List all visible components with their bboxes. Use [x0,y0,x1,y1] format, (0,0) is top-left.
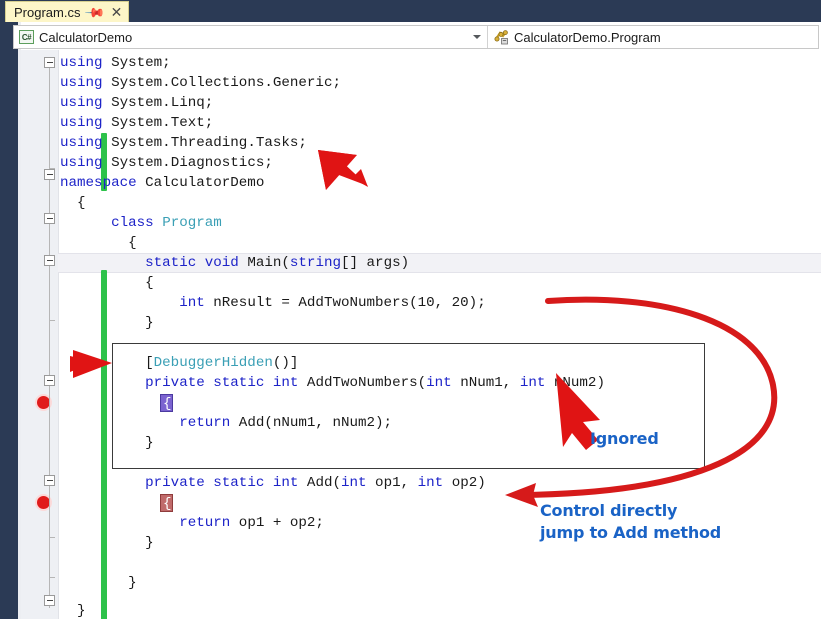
code-line: { [60,235,137,251]
pin-icon[interactable]: 📌 [85,1,107,23]
code-line: return op1 + op2; [179,515,324,531]
code-line: { [60,195,86,211]
code-text-area[interactable]: using System; using System.Collections.G… [60,50,820,619]
csharp-project-icon: C# [19,30,34,44]
code-navigation-bar: C# CalculatorDemo CalculatorDemo.Program [13,25,819,49]
member-dropdown-value: CalculatorDemo.Program [514,29,661,45]
outline-toggle-add[interactable] [44,475,55,486]
code-line: } [60,435,154,451]
code-line: int nResult = AddTwoNumbers(10, 20); [179,295,486,311]
code-line: return Add(nNum1, nNum2); [179,415,393,431]
document-tab-program-cs[interactable]: Program.cs 📌 ✕ [5,1,130,23]
document-tab-strip: Program.cs 📌 ✕ [0,0,821,23]
code-line: } [60,535,154,551]
member-dropdown[interactable]: CalculatorDemo.Program [488,26,818,48]
close-icon[interactable]: ✕ [111,5,123,19]
code-line: static void Main(string[] args) [145,255,410,271]
outline-toggle-using-block[interactable] [44,57,55,68]
code-line: namespace CalculatorDemo [60,175,265,191]
code-line: { [60,275,154,291]
outline-toggle-file-end[interactable] [44,595,55,606]
outline-tick-main-end [49,320,55,321]
outline-vertical-line-namespace [49,62,50,177]
code-line: using System.Diagnostics; [60,155,273,171]
code-line: using System.Linq; [60,95,214,111]
code-line: } [60,315,154,331]
code-line: class Program [111,215,222,231]
code-line: using System.Text; [60,115,214,131]
gutter-separator [58,50,59,619]
chevron-down-icon[interactable] [473,35,481,39]
type-dropdown[interactable]: C# CalculatorDemo [14,26,488,48]
code-line: using System; [60,55,171,71]
code-line: [DebuggerHidden()] [60,355,299,371]
editor-gutter[interactable] [21,50,58,619]
code-line: private static int AddTwoNumbers(int nNu… [145,375,605,391]
outline-vertical-line-class [49,178,50,608]
brace-highlight-addtwonumbers: { [160,394,173,412]
code-line: using System.Threading.Tasks; [60,135,307,151]
code-editor-surface[interactable]: using System; using System.Collections.G… [21,50,821,619]
document-tab-label: Program.cs [14,4,81,20]
code-line: private static int Add(int op1, int op2) [145,475,486,491]
code-line: using System.Collections.Generic; [60,75,341,91]
code-line: } [60,603,86,619]
brace-highlight-add: { [160,494,173,512]
window-left-rail [0,0,18,619]
class-member-icon [493,29,509,45]
visual-studio-editor-window: Program.cs 📌 ✕ C# CalculatorDemo Calcula… [0,0,821,619]
outline-toggle-namespace[interactable] [44,169,55,180]
code-line: } [60,575,137,591]
type-dropdown-value: CalculatorDemo [39,29,133,45]
outline-toggle-class[interactable] [44,213,55,224]
outline-tick-class-end [49,577,55,578]
outline-toggle-addtwonumbers[interactable] [44,375,55,386]
outline-tick-add-end [49,537,55,538]
outline-toggle-main[interactable] [44,255,55,266]
